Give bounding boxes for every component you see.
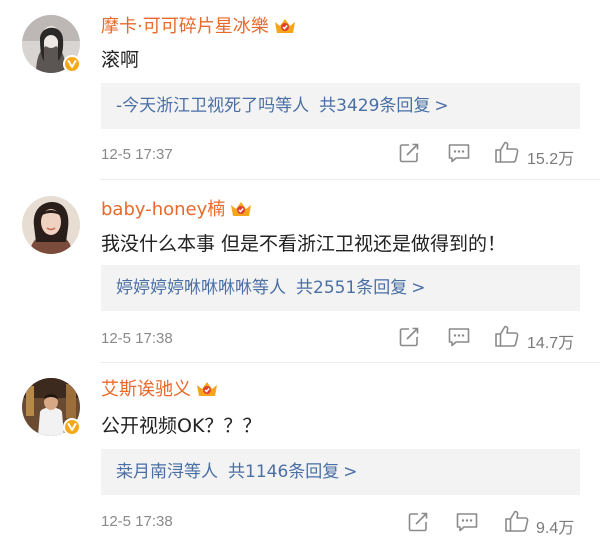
reply-users[interactable]: 桒月南浔等人 [116,462,218,482]
comment-text: 我没什么本事 但是不看浙江卫视还是做得到的！ [101,233,507,255]
username-text[interactable]: 摩卡·可可碎片星冰樂 [101,16,269,37]
avatar[interactable] [22,196,80,254]
chevron-right-icon: > [434,96,449,116]
chevron-right-icon: > [343,462,358,482]
crown-badge-icon [195,379,219,404]
comment-item: 摩卡·可可碎片星冰樂 滚啊 -今天浙江卫视死了吗等人 共3429条回复 > 12-5… [0,0,600,180]
chevron-right-icon: > [411,278,426,298]
reply-count[interactable]: 共2551条回复 [296,278,407,298]
reply-preview[interactable]: 婷婷婷婷咻咻咻咻等人 共2551条回复 > [101,265,580,311]
crown-badge-icon [273,16,297,41]
thumbs-up-icon[interactable] [504,509,530,533]
username-text[interactable]: 艾斯诶驰义 [101,379,191,400]
username[interactable]: baby-honey楠 [101,195,253,224]
like-count: 9.4万 [536,520,575,537]
comment-icon[interactable] [455,511,479,533]
like-count: 14.7万 [527,335,575,352]
reply-count[interactable]: 共1146条回复 [228,462,339,482]
share-icon[interactable] [398,326,420,348]
thumbs-up-icon[interactable] [494,324,520,348]
comment-item: 艾斯诶驰义 公开视频OK？？？ 桒月南浔等人 共1146条回复 > 12-5 17:… [0,363,600,543]
comment-icon[interactable] [447,326,471,348]
username[interactable]: 摩卡·可可碎片星冰樂 [101,12,297,41]
username[interactable]: 艾斯诶驰义 [101,375,219,404]
like-count: 15.2万 [527,151,575,168]
timestamp: 12-5 17:38 [101,513,173,530]
username-text[interactable]: baby-honey楠 [101,199,225,220]
reply-users[interactable]: 今天浙江卫视死了吗等人 [122,96,309,116]
share-icon[interactable] [407,511,429,533]
comment-text: 滚啊 [101,49,140,71]
reply-preview[interactable]: 桒月南浔等人 共1146条回复 > [101,449,580,495]
thumbs-up-icon[interactable] [494,140,520,164]
verified-v-icon [63,418,81,436]
timestamp: 12-5 17:37 [101,146,173,163]
comment-item: baby-honey楠 我没什么本事 但是不看浙江卫视还是做得到的！ 婷婷婷婷咻… [0,180,600,363]
reply-count[interactable]: 共3429条回复 [319,96,430,116]
reply-preview[interactable]: -今天浙江卫视死了吗等人 共3429条回复 > [101,83,580,129]
verified-v-icon [63,55,81,73]
comment-text: 公开视频OK？？？ [101,415,262,437]
comment-icon[interactable] [447,142,471,164]
reply-users[interactable]: 婷婷婷婷咻咻咻咻等人 [116,278,286,298]
share-icon[interactable] [398,142,420,164]
timestamp: 12-5 17:38 [101,330,173,347]
crown-badge-icon [229,199,253,224]
